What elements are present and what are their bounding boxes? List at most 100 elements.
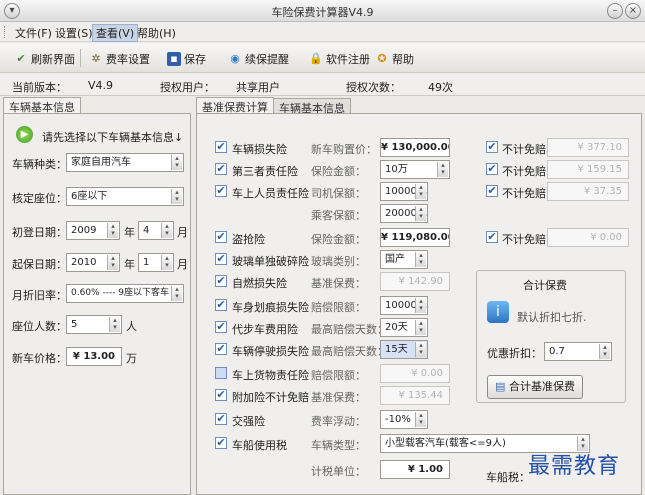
- refresh-button[interactable]: ✔ 刷新界面: [14, 51, 75, 67]
- coverage-select[interactable]: 20天 ▴ ▾: [380, 318, 428, 337]
- minimize-button[interactable]: –: [607, 3, 623, 19]
- coverage-select[interactable]: 20000元 ▴ ▾: [380, 204, 428, 223]
- coverage-input[interactable]: ¥ 130,000.00: [380, 138, 450, 157]
- coverage-name: 盗抢险: [232, 233, 265, 246]
- coverage-checkbox[interactable]: ✔: [215, 253, 227, 265]
- menu-help[interactable]: 帮助(H): [134, 25, 179, 41]
- people-value: 5: [71, 319, 78, 330]
- coverage-checkbox[interactable]: [215, 367, 227, 379]
- coverage-name: 交强险: [232, 415, 265, 428]
- coverage-checkbox[interactable]: ✔: [215, 343, 227, 355]
- coverage-input[interactable]: ¥ 0.00: [380, 364, 450, 383]
- calc-total-label: 合计基准保费: [508, 380, 575, 393]
- select-arrow-icon: ▴ ▾: [415, 298, 426, 313]
- renew-reminder-button[interactable]: ◉ 续保提醒: [228, 51, 289, 67]
- seat-label: 核定座位：: [12, 192, 67, 205]
- seat-select[interactable]: 6座以下 ▴ ▾: [66, 187, 184, 206]
- coverage-input[interactable]: ¥ 135.44: [380, 386, 450, 405]
- coverage-select[interactable]: -10% ▴ ▾: [380, 410, 428, 429]
- coverage-checkbox[interactable]: ✔: [215, 231, 227, 243]
- reg-month-value: 4: [143, 225, 150, 236]
- people-stepper[interactable]: 5 ▴ ▾: [66, 315, 122, 334]
- price-input[interactable]: ¥ 13.00: [66, 347, 122, 366]
- deductible-waiver-checkbox[interactable]: ✔: [486, 141, 498, 153]
- rate-settings-button[interactable]: ✲ 费率设置: [89, 51, 150, 67]
- coverage-field-label: 最高赔偿天数：: [311, 323, 388, 336]
- menu-bar: 文件(F) 设置(S) 查看(V) 帮助(H): [0, 22, 645, 42]
- tab-vehicle-info[interactable]: 车辆基本信息: [273, 98, 351, 115]
- coverage-input[interactable]: ¥ 119,080.00: [380, 228, 450, 247]
- spin-arrow-icon: ▴ ▾: [109, 317, 120, 332]
- help-label: 帮助: [392, 53, 414, 66]
- discount-stepper[interactable]: 0.7 ▴ ▾: [544, 342, 612, 361]
- coverage-field-label: 新车购置价：: [311, 143, 377, 156]
- coverage-field-label: 保险金额：: [311, 165, 366, 178]
- coverage-select[interactable]: 10000元 ▴ ▾: [380, 296, 428, 315]
- window-title: 车险保费计算器V4.9: [271, 6, 374, 19]
- coverage-name: 车辆损失险: [232, 143, 287, 156]
- menu-file[interactable]: 文件(F): [12, 25, 55, 41]
- coverage-checkbox[interactable]: ✔: [215, 299, 227, 311]
- menu-settings[interactable]: 设置(S): [52, 25, 96, 41]
- coverage-name: 玻璃单独破碎险: [232, 255, 309, 268]
- refresh-label: 刷新界面: [31, 53, 75, 66]
- reg-date-label: 初登日期：: [12, 226, 67, 239]
- start-year-stepper[interactable]: 2010 ▴ ▾: [66, 253, 120, 272]
- coverage-checkbox[interactable]: ✔: [215, 389, 227, 401]
- coverage-checkbox[interactable]: ✔: [215, 163, 227, 175]
- reg-year-stepper[interactable]: 2009 ▴ ▾: [66, 221, 120, 240]
- coverage-field-label: 司机保额：: [311, 187, 366, 200]
- coverage-select[interactable]: 10万 ▴ ▾: [380, 160, 450, 179]
- coverage-value: 15天: [385, 344, 408, 355]
- close-button[interactable]: ×: [625, 3, 641, 19]
- tab-base-premium[interactable]: 基准保费计算: [196, 97, 274, 114]
- calc-total-button[interactable]: ▤ 合计基准保费: [487, 375, 583, 399]
- coverage-input[interactable]: ¥ 142.90: [380, 272, 450, 291]
- save-button[interactable]: ▪ 保存: [167, 51, 206, 67]
- deductible-waiver-value: ¥ 0.00: [547, 228, 629, 247]
- coverage-name: 代步车费用险: [232, 323, 298, 336]
- select-arrow-icon: ▴ ▾: [437, 162, 448, 177]
- register-label: 软件注册: [326, 53, 370, 66]
- coverage-field-label: 保险金额：: [311, 233, 366, 246]
- vehicle-type-select[interactable]: 家庭自用汽车 ▴ ▾: [66, 153, 184, 172]
- deductible-waiver-checkbox[interactable]: ✔: [486, 185, 498, 197]
- deductible-waiver-checkbox[interactable]: ✔: [486, 163, 498, 175]
- start-date-label: 起保日期：: [12, 258, 67, 271]
- start-month-stepper[interactable]: 1 ▴ ▾: [138, 253, 174, 272]
- coverage-field-label: 计税单位：: [311, 465, 366, 478]
- user-label: 授权用户：: [160, 81, 215, 94]
- deductible-waiver-checkbox[interactable]: ✔: [486, 231, 498, 243]
- coverage-checkbox[interactable]: ✔: [215, 141, 227, 153]
- seat-value: 6座以下: [71, 191, 108, 202]
- register-button[interactable]: 🔒 软件注册: [309, 51, 370, 67]
- depreciation-select[interactable]: 0.60% ---- 9座以下客车 ▴ ▾: [66, 284, 184, 303]
- count-label: 授权次数：: [346, 81, 401, 94]
- coverage-checkbox[interactable]: ✔: [215, 413, 227, 425]
- help-button[interactable]: ✪ 帮助: [375, 51, 414, 67]
- save-icon: ▪: [167, 52, 181, 66]
- spin-arrow-icon: ▴ ▾: [107, 223, 118, 238]
- version-value: V4.9: [88, 79, 114, 92]
- reg-month-stepper[interactable]: 4 ▴ ▾: [138, 221, 174, 240]
- tab-vehicle-info-left[interactable]: 车辆基本信息: [3, 97, 81, 114]
- info-icon: i: [487, 301, 509, 323]
- coverage-select[interactable]: 10000元 ▴ ▾: [380, 182, 428, 201]
- coverage-checkbox[interactable]: ✔: [215, 275, 227, 287]
- total-premium-group: 合计保费 i 默认折扣七折. 优惠折扣： 0.7 ▴ ▾ ▤ 合计基准保费: [476, 270, 626, 403]
- coverage-checkbox[interactable]: ✔: [215, 437, 227, 449]
- vehicle-type-value: 家庭自用汽车: [71, 157, 131, 168]
- coverage-checkbox[interactable]: ✔: [215, 321, 227, 333]
- coverage-select[interactable]: 15天 ▴ ▾: [380, 340, 428, 359]
- coverage-checkbox[interactable]: ✔: [215, 185, 227, 197]
- select-arrow-icon: ▴ ▾: [415, 206, 426, 221]
- coverage-field-label: 赔偿限额：: [311, 301, 366, 314]
- coverage-field-label: 玻璃类别：: [311, 255, 366, 268]
- select-arrow-icon: ▴ ▾: [171, 286, 182, 301]
- menu-grip: [4, 26, 7, 38]
- menu-view[interactable]: 查看(V): [92, 24, 139, 42]
- hint-text: 请先选择以下车辆基本信息↓: [42, 131, 184, 144]
- coverage-select[interactable]: 国产 ▴ ▾: [380, 250, 428, 269]
- spin-arrow-icon: ▴ ▾: [599, 344, 610, 359]
- coverage-input[interactable]: ¥ 1.00: [380, 460, 450, 479]
